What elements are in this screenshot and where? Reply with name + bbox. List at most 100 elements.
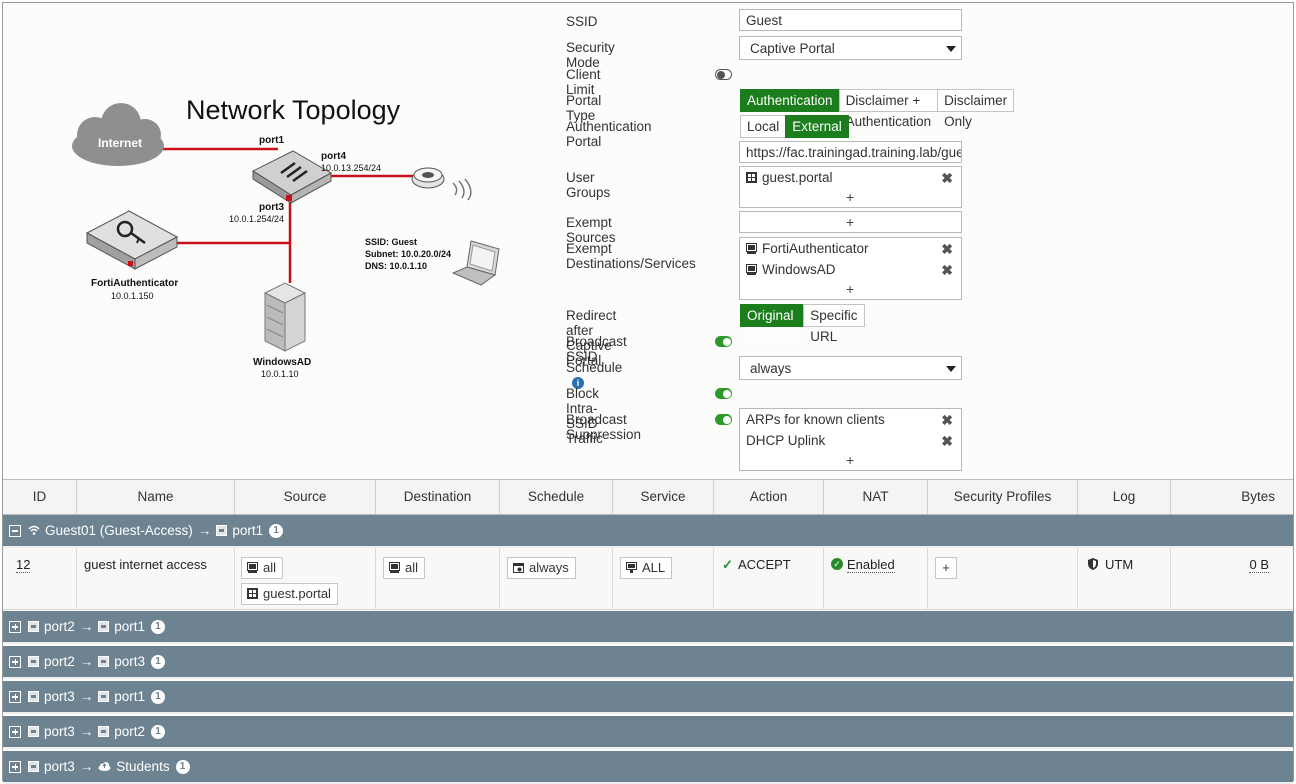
remove-user-group-icon[interactable]: ✖	[941, 170, 953, 187]
policy-group[interactable]: port2 → port3 1	[3, 646, 1293, 679]
column-header-name[interactable]: Name	[77, 480, 235, 514]
column-header-source[interactable]: Source	[235, 480, 376, 514]
internet-label: Internet	[98, 136, 142, 150]
table-row[interactable]: 12 guest internet access all guest.porta…	[3, 548, 1293, 610]
expand-icon[interactable]	[9, 760, 21, 773]
exempt-dest-name: WindowsAD	[762, 262, 836, 277]
column-header-action[interactable]: Action	[714, 480, 824, 514]
ssid-label: SSID	[566, 14, 598, 29]
schedule-value: always	[750, 360, 792, 376]
block-intra-ssid-toggle[interactable]	[715, 388, 732, 399]
group-to: Students	[116, 759, 170, 774]
arrow-icon: →	[79, 724, 94, 739]
remove-suppression-icon[interactable]: ✖	[941, 412, 953, 429]
port1-label: port1	[259, 135, 284, 146]
schedule-chip[interactable]: always	[507, 557, 576, 579]
expand-icon[interactable]	[9, 690, 21, 703]
add-security-profile-button[interactable]: +	[935, 557, 957, 579]
schedule-select[interactable]: always	[739, 356, 962, 380]
destination-chip[interactable]: all	[383, 557, 426, 579]
auth-portal-external[interactable]: External	[785, 115, 849, 138]
auth-portal-url-input[interactable]: https://fac.trainingad.training.lab/gues…	[739, 141, 962, 163]
server-icon	[263, 282, 307, 352]
arrow-icon: →	[197, 523, 212, 538]
port-icon	[28, 726, 39, 737]
expand-icon[interactable]	[9, 655, 21, 668]
cell-log: UTM	[1078, 548, 1171, 610]
suppression-entry: DHCP Uplink	[746, 433, 826, 448]
bytes-value[interactable]: 0 B	[1249, 557, 1269, 573]
expand-icon[interactable]	[9, 725, 21, 738]
cell-source: all guest.portal	[235, 548, 376, 610]
app-frame: Internet port1 port4 10.0.13.254/24 port…	[2, 2, 1294, 784]
auth-portal-local[interactable]: Local	[740, 115, 787, 138]
policy-count-badge: 1	[151, 689, 166, 704]
port-icon	[216, 525, 228, 536]
cell-security-profiles: +	[928, 548, 1078, 610]
add-user-group-button[interactable]: +	[846, 189, 854, 205]
group-from: port2	[44, 619, 75, 634]
ssid-info: SSID: Guest	[365, 237, 417, 247]
port3-ip: 10.0.1.254/24	[229, 214, 284, 224]
nat-value[interactable]: Enabled	[847, 557, 895, 573]
auth-portal-label: Authentication Portal	[566, 119, 652, 149]
exempt-dest-entry: WindowsAD	[746, 262, 836, 277]
client-limit-toggle[interactable]	[715, 69, 732, 80]
remove-exempt-dest-icon[interactable]: ✖	[941, 241, 953, 258]
portal-type-disclaimer-only[interactable]: Disclaimer Only	[937, 89, 1015, 129]
column-header-bytes[interactable]: Bytes	[1171, 480, 1293, 514]
fortiauthenticator-device-icon	[85, 210, 179, 270]
arrow-icon: →	[79, 759, 94, 774]
group-from: port3	[44, 689, 75, 704]
collapse-icon[interactable]	[9, 524, 21, 537]
security-mode-value: Captive Portal	[750, 40, 835, 56]
add-exempt-source-button[interactable]: +	[846, 214, 854, 230]
column-header-nat[interactable]: NAT	[824, 480, 928, 514]
column-header-destination[interactable]: Destination	[376, 480, 500, 514]
redirect-specific-url[interactable]: Specific URL	[803, 304, 865, 344]
table-header: ID Name Source Destination Schedule Serv…	[3, 479, 1293, 515]
security-mode-select[interactable]: Captive Portal	[739, 36, 962, 60]
group-to: port3	[114, 654, 146, 669]
topology-drawing: Internet port1 port4 10.0.13.254/24 port…	[72, 103, 500, 379]
expand-icon[interactable]	[9, 620, 21, 633]
arrow-icon: →	[79, 619, 94, 634]
remove-suppression-icon[interactable]: ✖	[941, 433, 953, 450]
group-to: port2	[114, 724, 146, 739]
column-header-schedule[interactable]: Schedule	[500, 480, 613, 514]
policy-group[interactable]: port3 → Students 1	[3, 751, 1293, 784]
policy-group-expanded[interactable]: Guest01 (Guest-Access) → port1 1	[3, 515, 1293, 548]
calendar-icon	[513, 563, 524, 573]
chevron-down-icon	[946, 46, 956, 52]
add-exempt-dest-button[interactable]: +	[846, 281, 854, 297]
column-header-log[interactable]: Log	[1078, 480, 1171, 514]
remove-exempt-dest-icon[interactable]: ✖	[941, 262, 953, 279]
cloud-icon	[98, 759, 111, 774]
policy-group[interactable]: port3 → port2 1	[3, 716, 1293, 749]
service-chip[interactable]: ALL	[620, 557, 673, 579]
port3-label: port3	[259, 202, 284, 213]
column-header-security-profiles[interactable]: Security Profiles	[928, 480, 1078, 514]
redirect-original-request[interactable]: Original Request	[740, 304, 805, 344]
policy-group[interactable]: port3 → port1 1	[3, 681, 1293, 714]
source-chip[interactable]: guest.portal	[241, 583, 338, 605]
portal-type-disclaimer-auth[interactable]: Disclaimer + Authentication	[838, 89, 939, 129]
column-header-id[interactable]: ID	[3, 480, 77, 514]
broadcast-ssid-toggle[interactable]	[715, 336, 732, 347]
source-chip[interactable]: all	[241, 557, 284, 579]
portal-type-selector: Authentication Disclaimer + Authenticati…	[740, 89, 1015, 129]
user-group-icon	[746, 172, 757, 183]
security-mode-label: Security Mode	[566, 40, 615, 70]
portal-type-authentication[interactable]: Authentication	[740, 89, 840, 112]
policy-count-badge: 1	[269, 523, 284, 538]
exempt-dest-entry: FortiAuthenticator	[746, 241, 869, 256]
user-group-icon	[247, 588, 258, 599]
broadcast-suppression-toggle[interactable]	[715, 414, 732, 425]
add-suppression-button[interactable]: +	[846, 452, 854, 468]
access-point-icon	[411, 167, 472, 201]
policy-name: guest internet access	[84, 557, 207, 572]
policy-id[interactable]: 12	[16, 557, 31, 573]
column-header-service[interactable]: Service	[613, 480, 714, 514]
ssid-input[interactable]: Guest	[739, 9, 962, 31]
policy-group[interactable]: port2 → port1 1	[3, 611, 1293, 644]
